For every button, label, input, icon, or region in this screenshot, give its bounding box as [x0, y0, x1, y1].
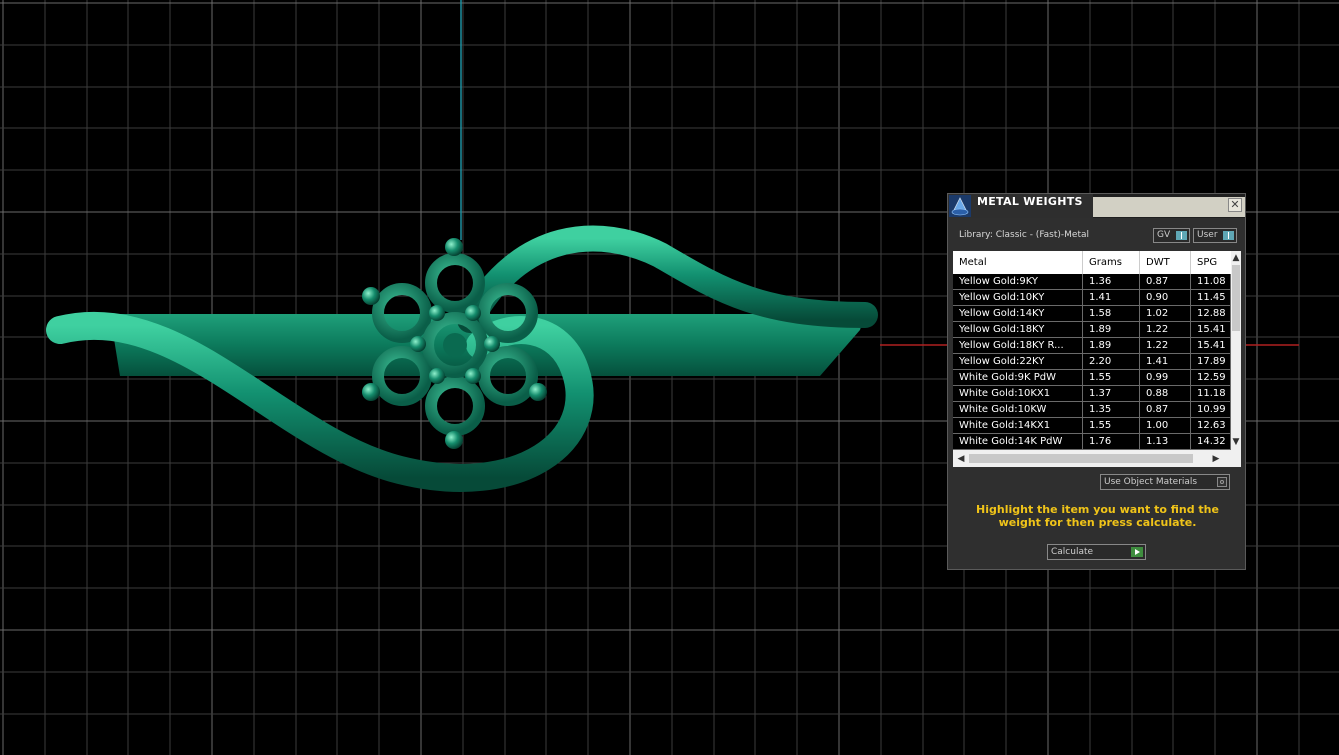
vertical-scroll-thumb[interactable]: [1232, 265, 1240, 331]
table-row[interactable]: Yellow Gold:14KY 1.58 1.02 12.88: [953, 306, 1231, 322]
cell-grams: 1.37: [1083, 386, 1140, 401]
cell-grams: 1.41: [1083, 290, 1140, 305]
table-row[interactable]: Yellow Gold:18KY 1.89 1.22 15.41: [953, 322, 1231, 338]
cell-grams: 1.36: [1083, 274, 1140, 289]
metal-weights-panel: METAL WEIGHTS ✕ Library: Classic - (Fast…: [947, 193, 1246, 570]
gv-toggle-indicator: [1176, 231, 1187, 240]
cell-metal: White Gold:10KW: [953, 402, 1083, 417]
cell-metal: White Gold:14KX1: [953, 418, 1083, 433]
cell-dwt: 1.13: [1140, 434, 1191, 449]
cell-dwt: 1.22: [1140, 338, 1191, 353]
cell-metal: Yellow Gold:9KY: [953, 274, 1083, 289]
cell-metal: White Gold:14K PdW: [953, 434, 1083, 449]
user-toggle-indicator: [1223, 231, 1234, 240]
cell-dwt: 1.00: [1140, 418, 1191, 433]
panel-title: METAL WEIGHTS: [977, 195, 1083, 208]
cell-dwt: 0.90: [1140, 290, 1191, 305]
cell-grams: 1.55: [1083, 418, 1140, 433]
user-toggle[interactable]: User: [1193, 228, 1237, 243]
horizontal-scroll-thumb[interactable]: [969, 454, 1193, 463]
table-header: Metal Grams DWT SPG: [953, 251, 1231, 275]
table-row[interactable]: White Gold:9K PdW 1.55 0.99 12.59: [953, 370, 1231, 386]
use-object-materials-option[interactable]: Use Object Materials: [1100, 474, 1230, 490]
close-button[interactable]: ✕: [1228, 198, 1242, 212]
table-row[interactable]: Yellow Gold:18KY R... 1.89 1.22 15.41: [953, 338, 1231, 354]
cell-spg: 12.88: [1191, 306, 1231, 321]
table-row[interactable]: Yellow Gold:9KY 1.36 0.87 11.08: [953, 274, 1231, 290]
title-fill: [1093, 197, 1245, 217]
gv-label: GV: [1157, 230, 1171, 240]
use-object-materials-radio[interactable]: [1217, 477, 1227, 487]
cell-dwt: 0.87: [1140, 274, 1191, 289]
cell-metal: White Gold:10KX1: [953, 386, 1083, 401]
scroll-up-icon[interactable]: ▲: [1231, 253, 1241, 263]
cell-grams: 1.89: [1083, 338, 1140, 353]
table-row[interactable]: Yellow Gold:22KY 2.20 1.41 17.89: [953, 354, 1231, 370]
cell-grams: 1.58: [1083, 306, 1140, 321]
vertical-scrollbar[interactable]: ▲ ▼: [1231, 251, 1241, 450]
use-object-materials-label: Use Object Materials: [1104, 477, 1198, 487]
cell-dwt: 0.88: [1140, 386, 1191, 401]
cell-spg: 14.32: [1191, 434, 1231, 449]
table-row[interactable]: White Gold:14K PdW 1.76 1.13 14.32: [953, 434, 1231, 450]
cell-spg: 12.63: [1191, 418, 1231, 433]
cell-grams: 2.20: [1083, 354, 1140, 369]
scroll-down-icon[interactable]: ▼: [1231, 437, 1241, 447]
cell-metal: Yellow Gold:10KY: [953, 290, 1083, 305]
cell-metal: White Gold:9K PdW: [953, 370, 1083, 385]
cell-metal: Yellow Gold:14KY: [953, 306, 1083, 321]
table-row[interactable]: White Gold:14KX1 1.55 1.00 12.63: [953, 418, 1231, 434]
table-row[interactable]: White Gold:10KW 1.35 0.87 10.99: [953, 402, 1231, 418]
cell-spg: 11.18: [1191, 386, 1231, 401]
calculate-label: Calculate: [1051, 547, 1094, 557]
cell-dwt: 1.41: [1140, 354, 1191, 369]
scroll-left-icon[interactable]: ◀: [956, 454, 966, 464]
cell-metal: Yellow Gold:18KY: [953, 322, 1083, 337]
cell-spg: 15.41: [1191, 322, 1231, 337]
cell-spg: 11.08: [1191, 274, 1231, 289]
play-icon: [1131, 547, 1143, 557]
cell-spg: 12.59: [1191, 370, 1231, 385]
cell-metal: Yellow Gold:18KY R...: [953, 338, 1083, 353]
column-header-spg[interactable]: SPG: [1191, 251, 1231, 274]
cell-spg: 11.45: [1191, 290, 1231, 305]
column-header-grams[interactable]: Grams: [1083, 251, 1140, 274]
cell-grams: 1.89: [1083, 322, 1140, 337]
table-body: Yellow Gold:9KY 1.36 0.87 11.08 Yellow Gold:…: [953, 274, 1231, 450]
scroll-right-icon[interactable]: ▶: [1211, 454, 1221, 464]
cell-metal: Yellow Gold:22KY: [953, 354, 1083, 369]
cell-dwt: 0.87: [1140, 402, 1191, 417]
cell-grams: 1.55: [1083, 370, 1140, 385]
cell-spg: 15.41: [1191, 338, 1231, 353]
gv-toggle[interactable]: GV: [1153, 228, 1190, 243]
column-header-dwt[interactable]: DWT: [1140, 251, 1191, 274]
cell-grams: 1.76: [1083, 434, 1140, 449]
cell-dwt: 0.99: [1140, 370, 1191, 385]
table-row[interactable]: White Gold:10KX1 1.37 0.88 11.18: [953, 386, 1231, 402]
calculate-button[interactable]: Calculate: [1047, 544, 1146, 560]
cell-dwt: 1.02: [1140, 306, 1191, 321]
cell-spg: 17.89: [1191, 354, 1231, 369]
ring-weight-icon: [949, 195, 971, 217]
cell-dwt: 1.22: [1140, 322, 1191, 337]
column-header-metal[interactable]: Metal: [953, 251, 1083, 274]
user-label: User: [1197, 230, 1218, 240]
cell-spg: 10.99: [1191, 402, 1231, 417]
metal-table[interactable]: Metal Grams DWT SPG Yellow Gold:9KY 1.36 0…: [953, 251, 1241, 467]
instruction-text: Highlight the item you want to find the …: [976, 503, 1219, 529]
horizontal-scrollbar[interactable]: ◀ ▶: [953, 450, 1241, 467]
table-row[interactable]: Yellow Gold:10KY 1.41 0.90 11.45: [953, 290, 1231, 306]
panel-titlebar[interactable]: METAL WEIGHTS ✕: [948, 194, 1245, 218]
library-label: Library: Classic - (Fast)-Metal: [959, 230, 1090, 240]
cell-grams: 1.35: [1083, 402, 1140, 417]
